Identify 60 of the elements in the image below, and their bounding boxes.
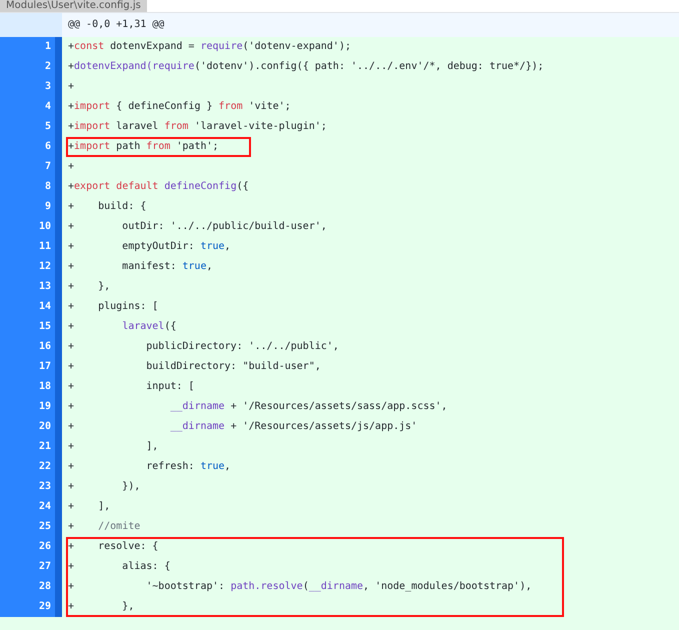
- code-line: +export default defineConfig({: [67, 180, 250, 194]
- code-line: + ],: [67, 500, 112, 514]
- code-line: + plugins: [: [67, 300, 160, 314]
- hunk-header: @@ -0,0 +1,31 @@: [67, 18, 164, 32]
- code-line: +import { defineConfig } from 'vite';: [67, 100, 292, 114]
- line-number: 13: [38, 280, 52, 294]
- code-line: + },: [66, 597, 564, 617]
- line-number: 8: [44, 180, 52, 194]
- line-number: 5: [44, 120, 52, 134]
- code-line: +import laravel from 'laravel-vite-plugin';: [67, 120, 328, 134]
- line-number: 9: [44, 200, 52, 214]
- code-line: + refresh: true,: [67, 460, 232, 474]
- line-number: 22: [38, 460, 52, 474]
- code-line: + input: [: [67, 380, 196, 394]
- line-number: 1: [44, 40, 52, 54]
- line-number: 15: [38, 320, 52, 334]
- file-path-title: Modules\User\vite.config.js: [0, 0, 147, 12]
- line-number: 2: [44, 60, 52, 74]
- code-line: + laravel({: [67, 320, 178, 334]
- code-line: + '~bootstrap': path.resolve(__dirname, 'node_modules/bootstrap'),: [66, 577, 564, 597]
- code-line: + alias: {: [66, 557, 564, 577]
- code-line: + emptyOutDir: true,: [67, 240, 232, 254]
- code-line: + build: {: [67, 200, 148, 214]
- code-line: + buildDirectory: "build-user",: [67, 360, 322, 374]
- line-number: 11: [38, 240, 52, 254]
- code-line: + }),: [67, 480, 142, 494]
- code-line: + __dirname + '/Resources/assets/sass/app.scss',: [67, 400, 448, 414]
- line-number: 7: [44, 160, 52, 174]
- line-number: 16: [38, 340, 52, 354]
- line-number: 24: [38, 500, 52, 514]
- line-number: 29: [38, 600, 52, 614]
- line-number: 17: [38, 360, 52, 374]
- line-number: 3: [44, 80, 52, 94]
- code-line: + //omite: [67, 520, 142, 534]
- hunk-gutter: [0, 13, 62, 37]
- line-number: 6: [44, 140, 52, 154]
- line-number: 20: [38, 420, 52, 434]
- line-number: 10: [38, 220, 52, 234]
- code-line: + manifest: true,: [67, 260, 214, 274]
- code-line: + outDir: '../../public/build-user',: [67, 220, 328, 234]
- line-number: 26: [38, 540, 52, 554]
- line-number: 14: [38, 300, 52, 314]
- code-line: +const dotenvExpand = require('dotenv-expand');: [67, 40, 352, 54]
- line-number: 28: [38, 580, 52, 594]
- code-line: + ],: [67, 440, 160, 454]
- line-number: 18: [38, 380, 52, 394]
- line-number: 4: [44, 100, 52, 114]
- code-line: +: [67, 80, 76, 94]
- line-number: 21: [38, 440, 52, 454]
- code-line: + __dirname + '/Resources/assets/js/app.js': [67, 420, 418, 434]
- line-number: 23: [38, 480, 52, 494]
- line-number: 25: [38, 520, 52, 534]
- code-line: + resolve: {: [66, 537, 564, 557]
- line-number: 12: [38, 260, 52, 274]
- code-line: + publicDirectory: '../../public',: [67, 340, 340, 354]
- code-line: + },: [67, 280, 112, 294]
- code-line: +: [67, 160, 76, 174]
- line-number: 19: [38, 400, 52, 414]
- code-line: +dotenvExpand(require('dotenv').config({ path: '../../.env'/*, debug: true*/});: [67, 60, 545, 74]
- line-number: 27: [38, 560, 52, 574]
